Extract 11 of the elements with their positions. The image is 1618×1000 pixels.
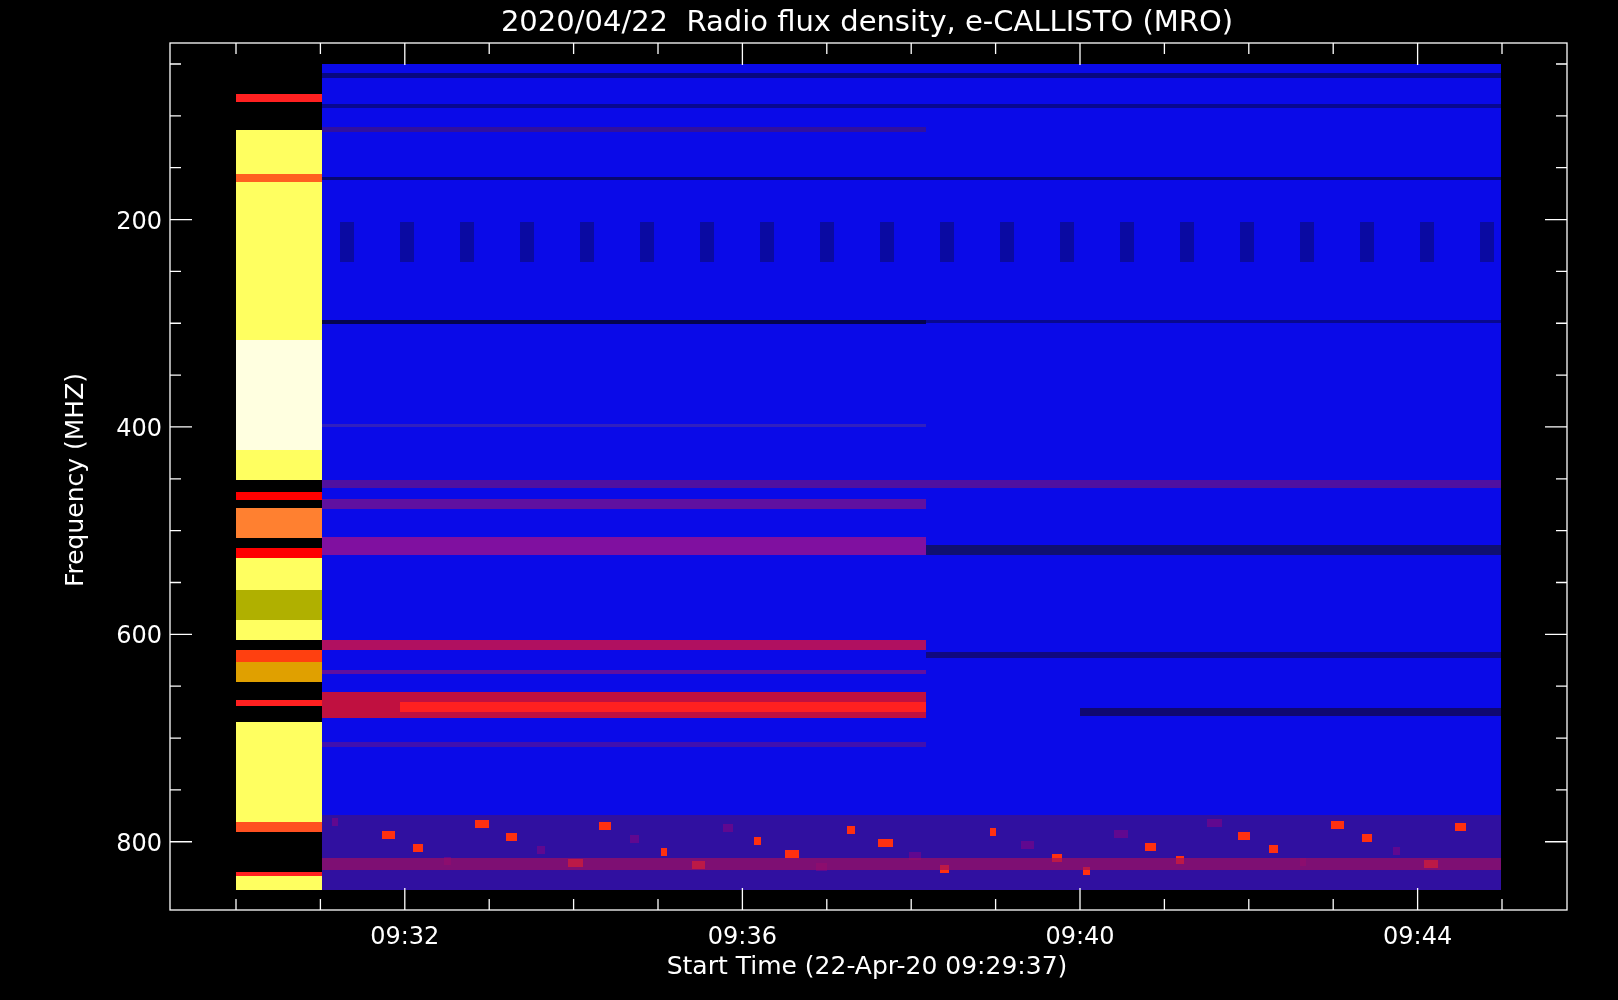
tick-label: 400 bbox=[116, 413, 162, 442]
tick-label: 09:36 bbox=[707, 922, 777, 950]
axis-label: Start Time (22-Apr-20 09:29:37) bbox=[666, 951, 1068, 980]
plot-title: 2020/04/22 Radio flux density, e-CALLISTO (MRO) bbox=[500, 4, 1234, 38]
tick-label: 600 bbox=[116, 621, 162, 650]
tick-label: 800 bbox=[116, 828, 162, 857]
axis-label: Frequency (MHZ) bbox=[60, 372, 89, 588]
tick-label: 200 bbox=[116, 206, 162, 235]
tick-label: 09:40 bbox=[1045, 922, 1115, 950]
tick-label: 09:32 bbox=[370, 922, 440, 950]
tick-label: 09:44 bbox=[1383, 922, 1453, 950]
